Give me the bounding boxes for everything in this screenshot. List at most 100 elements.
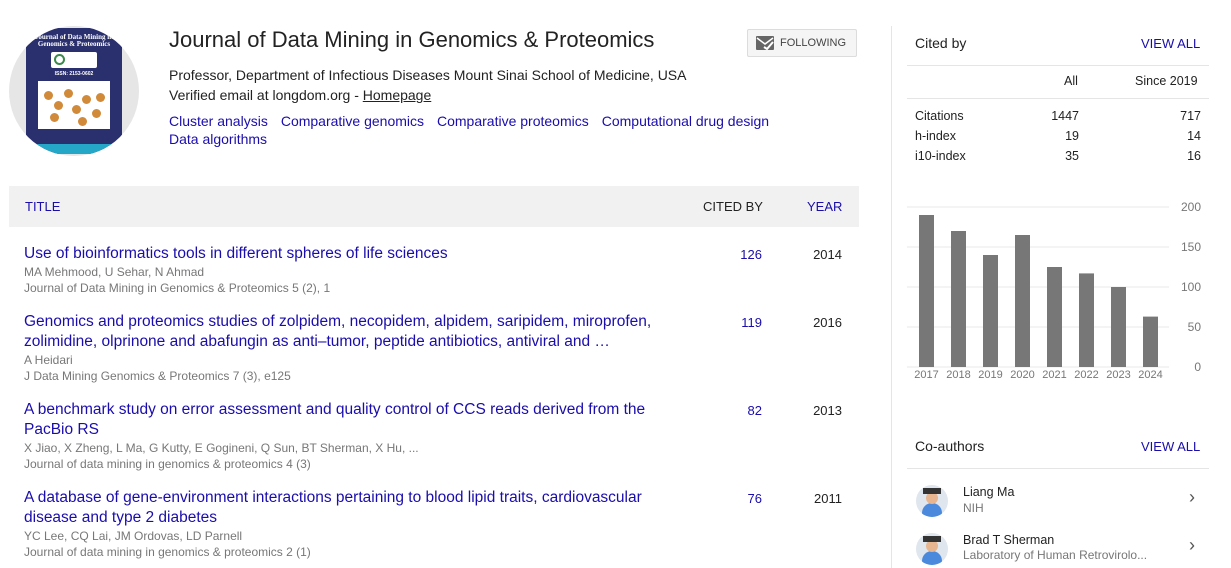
stat-label: Citations xyxy=(915,109,964,123)
research-interests: Cluster analysis Comparative genomics Comp… xyxy=(169,112,849,148)
table-row: A benchmark study on error assessment an… xyxy=(24,400,859,472)
article-title-link[interactable]: A benchmark study on error assessment an… xyxy=(24,400,679,440)
coauthor-affiliation: NIH xyxy=(963,501,984,515)
article-title-link[interactable]: Use of bioinformatics tools in different… xyxy=(24,244,679,264)
article-authors: YC Lee, CQ Lai, JM Ordovas, LD Parnell xyxy=(24,529,243,543)
coauthor-name: Brad T Sherman xyxy=(963,533,1055,547)
profile-name: Journal of Data Mining in Genomics & Pro… xyxy=(169,27,655,52)
interest-link[interactable]: Comparative genomics xyxy=(281,113,424,129)
table-row: A database of gene-environment interacti… xyxy=(24,488,859,560)
cited-by-count-link[interactable]: 126 xyxy=(704,247,762,262)
interest-link[interactable]: Computational drug design xyxy=(602,113,769,129)
cited-by-heading: Cited by xyxy=(915,35,967,51)
x-tick-label: 2021 xyxy=(1042,369,1066,381)
y-tick-label: 0 xyxy=(1194,360,1201,374)
stat-all: 19 xyxy=(1065,129,1079,143)
chart-bar-2019[interactable] xyxy=(983,255,998,367)
cited-by-count-link[interactable]: 82 xyxy=(704,403,762,418)
x-tick-label: 2017 xyxy=(914,369,938,381)
stat-since: 14 xyxy=(1187,129,1201,143)
cited-by-count-link[interactable]: 119 xyxy=(704,315,762,330)
x-tick-label: 2018 xyxy=(946,369,970,381)
interest-link[interactable]: Comparative proteomics xyxy=(437,113,589,129)
x-tick-label: 2022 xyxy=(1074,369,1098,381)
table-row: Genomics and proteomics studies of zolpi… xyxy=(24,312,859,384)
chart-bar-2022[interactable] xyxy=(1079,273,1094,367)
cited-by-header: CITED BY xyxy=(703,199,763,214)
stat-label: h-index xyxy=(915,129,956,143)
articles-table-header: TITLE CITED BY YEAR xyxy=(9,186,859,227)
stat-all: 35 xyxy=(1065,149,1079,163)
article-venue: Journal of data mining in genomics & pro… xyxy=(24,545,311,559)
avatar xyxy=(916,533,948,565)
stats-col-all: All xyxy=(1064,74,1078,88)
cover-issn: ISSN: 2153-0602 xyxy=(54,71,94,77)
chart-bar-2020[interactable] xyxy=(1015,235,1030,367)
article-authors: MA Mehmood, U Sehar, N Ahmad xyxy=(24,265,205,279)
journal-cover-image: Journal of Data Mining in Genomics & Pro… xyxy=(26,28,122,154)
coauthors-heading: Co-authors xyxy=(915,438,985,454)
interest-link[interactable]: Data algorithms xyxy=(169,131,267,147)
article-venue: J Data Mining Genomics & Proteomics 7 (3… xyxy=(24,369,291,383)
cited-by-count-link[interactable]: 76 xyxy=(704,491,762,506)
stat-since: 717 xyxy=(1180,109,1201,123)
following-check-icon xyxy=(756,36,774,50)
x-tick-label: 2024 xyxy=(1138,369,1162,381)
cited-by-view-all-link[interactable]: VIEW ALL xyxy=(1141,36,1200,51)
chart-bar-2024[interactable] xyxy=(1143,316,1158,367)
article-authors: X Jiao, X Zheng, L Ma, G Kutty, E Gogine… xyxy=(24,441,419,455)
x-tick-label: 2019 xyxy=(978,369,1002,381)
citations-bar-chart: 200 150 100 50 0 2017 2018 2019 2020 2021 2022 2023… xyxy=(907,200,1202,381)
article-authors: A Heidari xyxy=(24,353,73,367)
article-year: 2013 xyxy=(813,403,842,418)
protein-structure-image xyxy=(38,81,110,129)
article-venue: Journal of data mining in genomics & pro… xyxy=(24,457,311,471)
article-year: 2014 xyxy=(813,247,842,262)
following-label: FOLLOWING xyxy=(780,37,847,49)
coauthor-item[interactable]: Liang Ma NIH › xyxy=(907,478,1209,522)
coauthor-item[interactable]: Brad T Sherman Laboratory of Human Retro… xyxy=(907,526,1209,568)
coauthor-name: Liang Ma xyxy=(963,485,1015,499)
stat-all: 1447 xyxy=(1051,109,1079,123)
verified-email: Verified email at longdom.org - Homepage xyxy=(169,87,431,103)
article-year: 2016 xyxy=(813,315,842,330)
coauthor-affiliation: Laboratory of Human Retrovirolo... xyxy=(963,548,1148,562)
article-year: 2011 xyxy=(814,491,842,506)
interest-link[interactable]: Cluster analysis xyxy=(169,113,268,129)
affiliation: Professor, Department of Infectious Dise… xyxy=(169,67,687,83)
chart-bar-2021[interactable] xyxy=(1047,267,1062,367)
chevron-right-icon: › xyxy=(1189,487,1195,507)
chart-bar-2017[interactable] xyxy=(919,215,934,367)
coauthors-view-all-link[interactable]: VIEW ALL xyxy=(1141,439,1200,454)
chart-bar-2023[interactable] xyxy=(1111,287,1126,367)
stats-row: h-index 19 14 xyxy=(915,126,1201,146)
profile-photo: Journal of Data Mining in Genomics & Pro… xyxy=(9,26,139,156)
avatar xyxy=(916,485,948,517)
stats-row: Citations 1447 717 xyxy=(915,106,1201,126)
chart-bar-2018[interactable] xyxy=(951,231,966,367)
article-title-link[interactable]: Genomics and proteomics studies of zolpi… xyxy=(24,312,679,352)
cover-title: Journal of Data Mining in Genomics & Pro… xyxy=(34,33,114,48)
article-title-link[interactable]: A database of gene-environment interacti… xyxy=(24,488,679,528)
cover-band xyxy=(26,144,122,154)
y-tick-label: 150 xyxy=(1181,240,1201,254)
cover-logo-icon xyxy=(51,52,97,68)
year-sort-header[interactable]: YEAR xyxy=(807,199,842,214)
stats-col-since: Since 2019 xyxy=(1135,74,1198,88)
table-row: Use of bioinformatics tools in different… xyxy=(24,244,859,296)
email-text: Verified email at longdom.org - xyxy=(169,87,363,103)
article-venue: Journal of Data Mining in Genomics & Pro… xyxy=(24,281,331,295)
stats-row: i10-index 35 16 xyxy=(915,146,1201,166)
title-sort-header[interactable]: TITLE xyxy=(25,199,60,214)
citation-stats-table: Citations 1447 717 h-index 19 14 i10-ind… xyxy=(915,106,1201,166)
homepage-link[interactable]: Homepage xyxy=(363,87,432,103)
stat-label: i10-index xyxy=(915,149,966,163)
chevron-right-icon: › xyxy=(1189,535,1195,555)
y-tick-label: 50 xyxy=(1188,320,1202,334)
divider xyxy=(907,65,1209,66)
y-tick-label: 100 xyxy=(1181,280,1201,294)
x-tick-label: 2020 xyxy=(1010,369,1034,381)
following-button[interactable]: FOLLOWING xyxy=(747,29,857,57)
divider xyxy=(907,98,1209,99)
column-divider xyxy=(891,26,892,568)
